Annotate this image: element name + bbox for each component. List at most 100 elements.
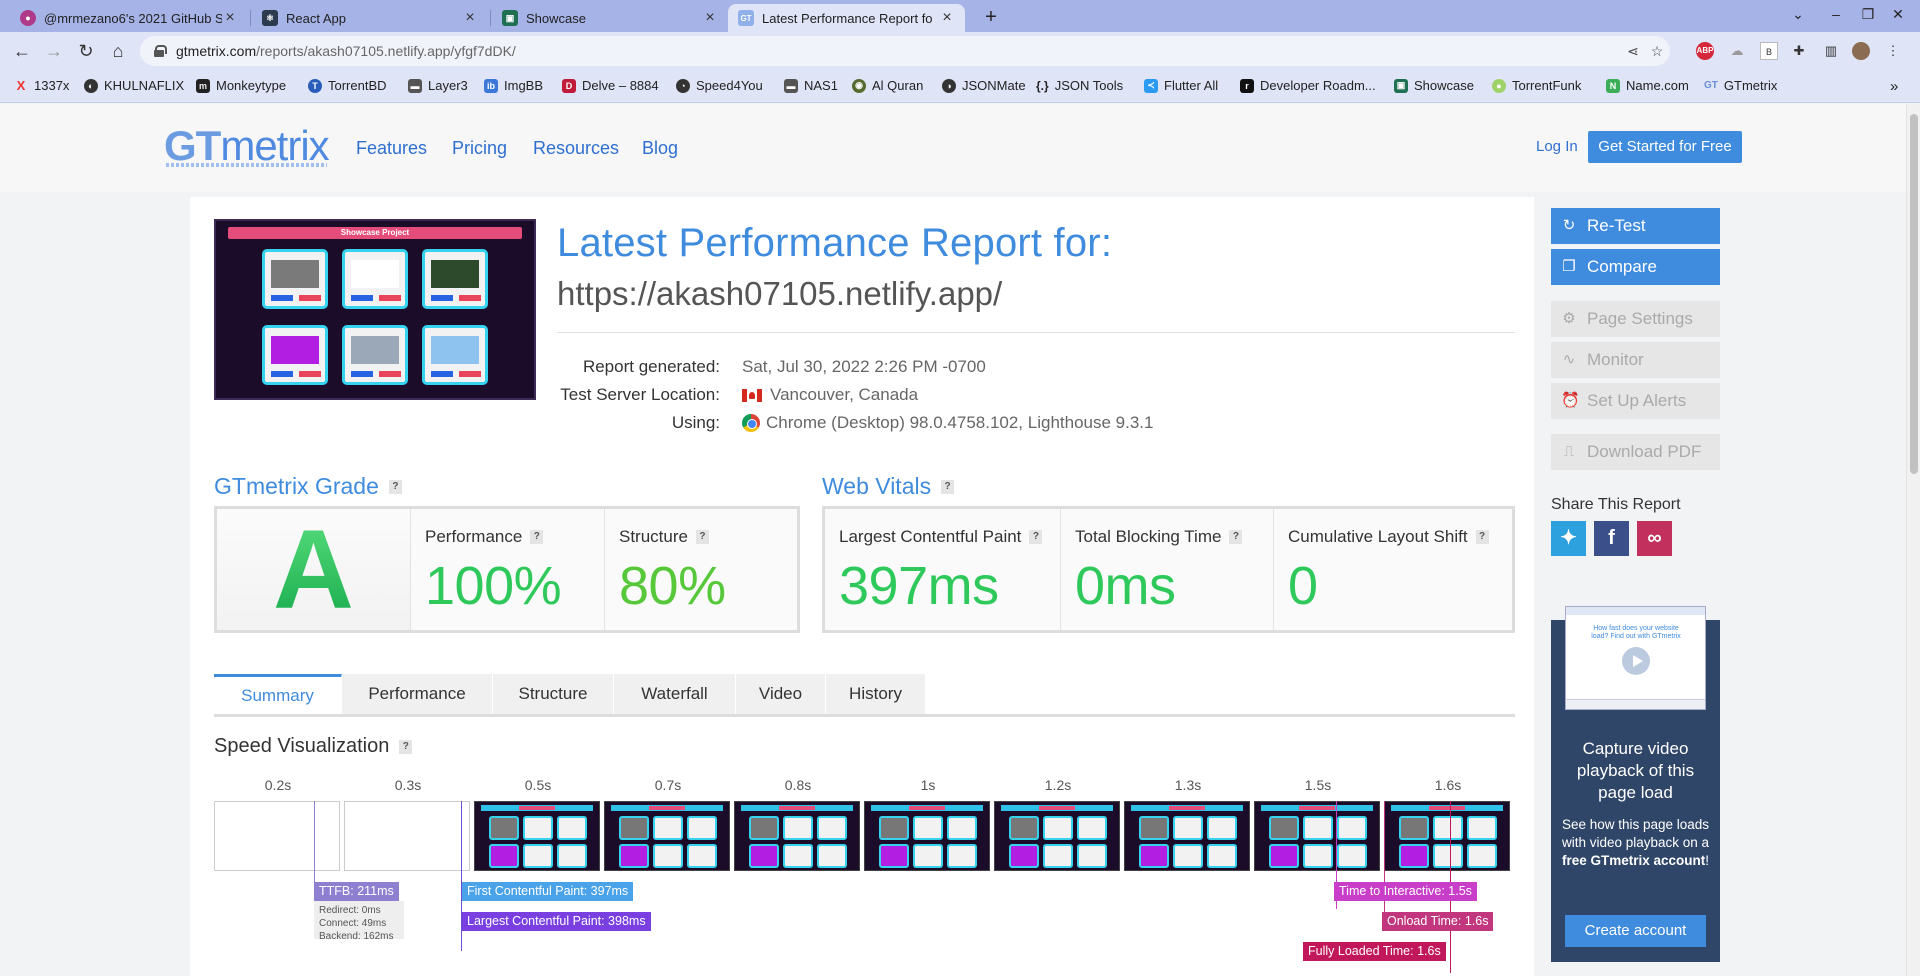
cls-label: Cumulative Layout Shift?	[1288, 527, 1489, 547]
tab-showcase[interactable]: ▣ Showcase ×	[492, 4, 728, 32]
ttfb-connect: Connect: 49ms	[319, 918, 387, 929]
monitor-button[interactable]: ∿ Monitor	[1551, 342, 1720, 378]
help-icon[interactable]: ?	[388, 479, 402, 494]
chrome-icon	[742, 414, 760, 432]
bookmark-star-icon[interactable]: ☆	[1648, 42, 1666, 60]
tab-video[interactable]: Video	[736, 674, 826, 714]
help-icon[interactable]: ?	[1029, 530, 1043, 544]
more-bookmarks-icon[interactable]: »	[1890, 78, 1898, 95]
page-settings-button[interactable]: ⚙ Page Settings	[1551, 301, 1720, 337]
side-panel-icon[interactable]: ▥	[1822, 42, 1840, 60]
minimize-icon[interactable]: –	[1826, 6, 1846, 22]
compare-button[interactable]: ❐ Compare	[1551, 249, 1720, 285]
extension-cloud-icon[interactable]: ☁	[1728, 42, 1746, 60]
bookmark-item[interactable]: ◉ Al Quran	[852, 78, 923, 93]
nav-resources[interactable]: Resources	[533, 138, 619, 159]
help-icon[interactable]: ?	[695, 530, 709, 544]
imgbb-icon: ib	[484, 78, 498, 93]
tab-summary[interactable]: Summary	[214, 674, 342, 714]
filmstrip-frame[interactable]	[214, 801, 340, 871]
maximize-icon[interactable]: ❐	[1858, 6, 1878, 23]
address-bar[interactable]: gtmetrix.com/reports/akash07105.netlify.…	[140, 36, 1670, 66]
close-icon[interactable]: ×	[939, 9, 955, 27]
back-icon[interactable]: ←	[10, 39, 34, 63]
page-scrollbar[interactable]	[1906, 104, 1920, 976]
tab-structure[interactable]: Structure	[493, 674, 614, 714]
bookmark-item[interactable]: ◔ Speed4You	[676, 78, 763, 93]
promo-video-thumbnail[interactable]: How fast does your website load? Find ou…	[1565, 606, 1706, 710]
bookmarks-bar: X 1337x ◐ KHULNAFLIX m Monkeytype T TorrentB…	[0, 70, 1920, 103]
help-icon[interactable]: ?	[399, 739, 413, 754]
bookmark-item[interactable]: ● TorrentFunk	[1492, 78, 1581, 93]
new-tab-button[interactable]: +	[977, 4, 1005, 32]
bookmark-item[interactable]: ◐ KHULNAFLIX	[84, 78, 184, 93]
nav-features[interactable]: Features	[356, 138, 427, 159]
home-icon[interactable]: ⌂	[106, 39, 130, 63]
get-started-button[interactable]: Get Started for Free	[1588, 131, 1742, 163]
bookmark-item[interactable]: ◑ JSONMate	[942, 78, 1026, 93]
play-icon[interactable]	[1622, 647, 1650, 675]
filmstrip-frame[interactable]	[864, 801, 990, 871]
bookmark-item[interactable]: GT GTmetrix	[1704, 78, 1777, 93]
bookmark-item[interactable]: r Developer Roadm...	[1240, 78, 1376, 93]
time-label: 0.5s	[524, 777, 552, 793]
bookmark-item[interactable]: ▣ Showcase	[1394, 78, 1474, 93]
report-card: Showcase Project Latest Performance Repo…	[190, 197, 1534, 976]
bookmark-item[interactable]: ▬ Layer3	[408, 78, 468, 93]
help-icon[interactable]: ?	[1475, 530, 1489, 544]
filmstrip-frame[interactable]	[604, 801, 730, 871]
bookmark-item[interactable]: D Delve – 8884	[562, 78, 659, 93]
gtmetrix-logo[interactable]: GTmetrix	[164, 122, 330, 170]
tab-react-app[interactable]: ⚛ React App ×	[252, 4, 488, 32]
set-up-alerts-button[interactable]: ⏰ Set Up Alerts	[1551, 383, 1720, 419]
tab-github[interactable]: ● @mrmezano6's 2021 GitHub S ×	[10, 4, 248, 32]
nav-pricing[interactable]: Pricing	[452, 138, 507, 159]
nav-blog[interactable]: Blog	[642, 138, 678, 159]
twitter-icon[interactable]: ✦	[1551, 521, 1586, 556]
bookmark-item[interactable]: {.} JSON Tools	[1036, 78, 1123, 93]
link-icon[interactable]: ∞	[1637, 521, 1672, 556]
tab-history[interactable]: History	[826, 674, 926, 714]
bookmark-item[interactable]: N Name.com	[1606, 78, 1689, 93]
close-icon[interactable]: ×	[702, 9, 718, 27]
filmstrip-frame[interactable]	[1124, 801, 1250, 871]
forward-icon[interactable]: →	[42, 39, 66, 63]
close-icon[interactable]: ×	[222, 9, 238, 27]
share-icon[interactable]: ⋖	[1624, 42, 1642, 60]
help-icon[interactable]: ?	[941, 479, 955, 494]
close-window-icon[interactable]: ✕	[1888, 6, 1908, 23]
filmstrip-frame[interactable]	[734, 801, 860, 871]
bookmark-item[interactable]: m Monkeytype	[196, 78, 286, 93]
close-icon[interactable]: ×	[462, 9, 478, 27]
time-label: 1.3s	[1174, 777, 1202, 793]
menu-kebab-icon[interactable]: ⋮	[1884, 42, 1902, 60]
tab-waterfall[interactable]: Waterfall	[614, 674, 736, 714]
bookmark-item[interactable]: T TorrentBD	[308, 78, 387, 93]
tab-gtmetrix-report[interactable]: GT Latest Performance Report fo ×	[728, 4, 965, 32]
tab-separator	[490, 10, 491, 26]
reload-icon[interactable]: ↻	[74, 39, 98, 63]
filmstrip-frame[interactable]	[1384, 801, 1510, 871]
tab-search-icon[interactable]: ⌄	[1788, 6, 1808, 23]
help-icon[interactable]: ?	[530, 530, 544, 544]
retest-button[interactable]: ↻ Re-Test	[1551, 208, 1720, 244]
bookmark-item[interactable]: ≺ Flutter All	[1144, 78, 1218, 93]
bookmark-item[interactable]: X 1337x	[14, 78, 70, 93]
filmstrip-frame[interactable]	[344, 801, 470, 871]
extensions-puzzle-icon[interactable]: ✚	[1790, 42, 1808, 60]
login-link[interactable]: Log In	[1536, 138, 1578, 155]
tab-performance[interactable]: Performance	[342, 674, 493, 714]
bookmark-item[interactable]: ib ImgBB	[484, 78, 543, 93]
download-pdf-button[interactable]: ⎍ Download PDF	[1551, 434, 1720, 470]
bookmark-item[interactable]: ▬ NAS1	[784, 78, 838, 93]
filmstrip-frame[interactable]	[994, 801, 1120, 871]
filmstrip-frame[interactable]	[1254, 801, 1380, 871]
help-icon[interactable]: ?	[1229, 530, 1243, 544]
filmstrip-frame[interactable]	[474, 801, 600, 871]
extension-b-icon[interactable]: B	[1760, 42, 1778, 60]
adblock-icon[interactable]: ABP	[1696, 42, 1714, 60]
facebook-icon[interactable]: f	[1594, 521, 1629, 556]
profile-avatar[interactable]	[1852, 42, 1870, 60]
create-account-button[interactable]: Create account	[1565, 915, 1706, 947]
scrollbar-thumb[interactable]	[1910, 114, 1918, 474]
